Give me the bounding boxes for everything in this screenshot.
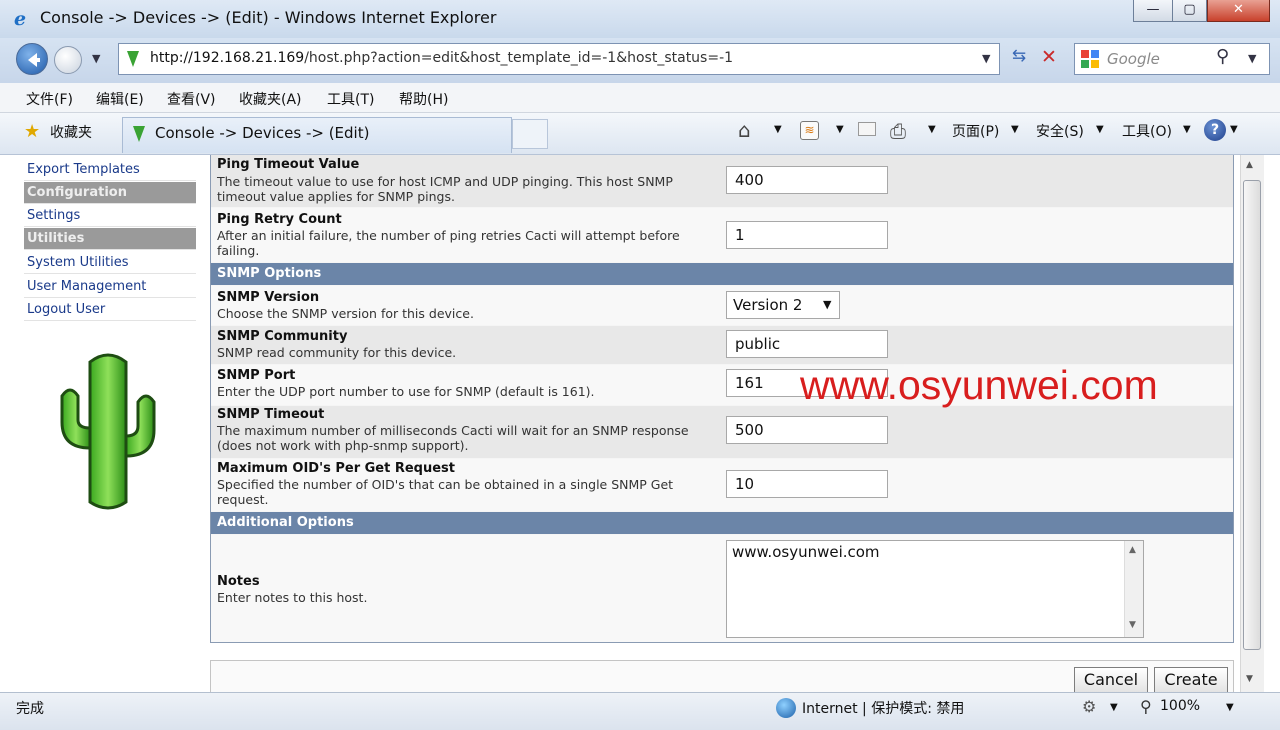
- history-dropdown-icon[interactable]: ▼: [92, 52, 100, 65]
- cancel-button[interactable]: Cancel: [1074, 667, 1148, 693]
- sidebar-item-settings[interactable]: Settings: [24, 205, 196, 227]
- chevron-down-icon: ▼: [823, 298, 832, 311]
- page-scroll-down-icon[interactable]: ▼: [1246, 674, 1253, 684]
- globe-icon: [776, 698, 796, 718]
- ping-retry-label: Ping Retry Count: [217, 212, 342, 227]
- scroll-up-icon[interactable]: ▲: [1129, 545, 1136, 555]
- status-text: 完成: [16, 701, 44, 717]
- snmp-community-desc: SNMP read community for this device.: [217, 345, 457, 360]
- sidebar-item-system-utilities[interactable]: System Utilities: [24, 252, 196, 274]
- mail-icon[interactable]: [858, 122, 876, 136]
- notes-textarea[interactable]: www.osyunwei.com: [726, 540, 1144, 638]
- search-input[interactable]: Google: [1107, 50, 1160, 68]
- sidebar-item-user-management[interactable]: User Management: [24, 276, 196, 298]
- notes-desc: Enter notes to this host.: [217, 590, 368, 605]
- new-tab-button[interactable]: [512, 119, 548, 149]
- favorites-star-icon[interactable]: ★: [24, 121, 40, 142]
- zoom-icon[interactable]: ⚲: [1140, 697, 1152, 716]
- search-options-icon[interactable]: ▼: [1248, 52, 1256, 65]
- snmp-community-input[interactable]: public: [726, 330, 888, 358]
- maximize-button[interactable]: ▢: [1172, 0, 1207, 22]
- favorites-button[interactable]: 收藏夹: [50, 122, 92, 142]
- ping-retry-desc: After an initial failure, the number of …: [217, 228, 680, 258]
- menu-file[interactable]: 文件(F): [26, 89, 73, 109]
- snmp-version-value: Version 2: [733, 296, 803, 314]
- max-oids-label: Maximum OID's Per Get Request: [217, 461, 456, 476]
- snmp-version-label: SNMP Version: [217, 290, 320, 305]
- rss-icon[interactable]: ≋: [800, 121, 819, 140]
- snmp-timeout-desc: The maximum number of milliseconds Cacti…: [217, 423, 689, 453]
- additional-options-header: Additional Options: [211, 512, 1233, 534]
- ie-logo-icon: e: [12, 8, 32, 30]
- zoom-dropdown-icon[interactable]: ▼: [1226, 702, 1234, 713]
- help-icon[interactable]: ?: [1204, 119, 1226, 141]
- back-arrow-icon: [28, 53, 40, 67]
- minimize-button[interactable]: —: [1133, 0, 1173, 22]
- snmp-port-desc: Enter the UDP port number to use for SNM…: [217, 384, 595, 399]
- help-dropdown-icon[interactable]: ▼: [1230, 124, 1238, 135]
- snmp-version-desc: Choose the SNMP version for this device.: [217, 306, 474, 321]
- snmp-timeout-label: SNMP Timeout: [217, 407, 325, 422]
- window-title: Console -> Devices -> (Edit) - Windows I…: [40, 8, 497, 27]
- addons-dropdown-icon[interactable]: ▼: [1110, 702, 1118, 713]
- page-dropdown-icon[interactable]: ▼: [1011, 124, 1019, 135]
- snmp-timeout-input[interactable]: 500: [726, 416, 888, 444]
- menu-favorites[interactable]: 收藏夹(A): [239, 89, 302, 109]
- ping-timeout-desc: The timeout value to use for host ICMP a…: [217, 174, 673, 204]
- ping-retry-input[interactable]: 1: [726, 221, 888, 249]
- close-button[interactable]: ✕: [1207, 0, 1270, 22]
- max-oids-input[interactable]: 10: [726, 470, 888, 498]
- menu-tools[interactable]: 工具(T): [327, 89, 374, 109]
- sidebar-section-configuration: Configuration: [24, 182, 196, 204]
- menu-view[interactable]: 查看(V): [167, 89, 216, 109]
- cacti-favicon-icon: [124, 49, 142, 69]
- google-icon: [1080, 49, 1100, 69]
- safety-menu[interactable]: 安全(S): [1036, 121, 1084, 141]
- snmp-community-label: SNMP Community: [217, 329, 348, 344]
- home-dropdown-icon[interactable]: ▼: [774, 124, 782, 135]
- ping-timeout-label: Ping Timeout Value: [217, 157, 360, 172]
- cacti-logo-icon: [56, 352, 160, 512]
- address-url[interactable]: http://192.168.21.169/host.php?action=ed…: [150, 50, 733, 66]
- url-host: http://192.168.21.169: [150, 50, 305, 66]
- snmp-version-select[interactable]: Version 2 ▼: [726, 291, 840, 319]
- menu-help[interactable]: 帮助(H): [399, 89, 448, 109]
- addons-icon[interactable]: ⚙: [1082, 697, 1096, 716]
- print-icon[interactable]: ⎙: [890, 119, 906, 143]
- page-scroll-up-icon[interactable]: ▲: [1246, 160, 1253, 170]
- page-scroll-thumb[interactable]: [1243, 180, 1261, 650]
- watermark-text: www.osyunwei.com: [800, 362, 1158, 408]
- create-button[interactable]: Create: [1154, 667, 1228, 693]
- address-dropdown-icon[interactable]: ▼: [982, 52, 990, 65]
- sidebar-section-utilities: Utilities: [24, 228, 196, 250]
- snmp-options-header: SNMP Options: [211, 263, 1233, 285]
- search-box[interactable]: [1074, 43, 1270, 75]
- refresh-icon[interactable]: ⇆: [1006, 46, 1032, 72]
- sidebar-item-export-templates[interactable]: Export Templates: [24, 159, 196, 181]
- search-icon[interactable]: ⚲: [1216, 46, 1229, 67]
- page-menu[interactable]: 页面(P): [952, 121, 999, 141]
- safety-dropdown-icon[interactable]: ▼: [1096, 124, 1104, 135]
- rss-dropdown-icon[interactable]: ▼: [836, 124, 844, 135]
- zoom-level[interactable]: 100%: [1160, 698, 1200, 714]
- print-dropdown-icon[interactable]: ▼: [928, 124, 936, 135]
- back-button[interactable]: [16, 43, 48, 75]
- stop-icon[interactable]: ✕: [1036, 46, 1062, 72]
- menu-edit[interactable]: 编辑(E): [96, 89, 144, 109]
- max-oids-desc: Specified the number of OID's that can b…: [217, 477, 674, 507]
- ping-timeout-input[interactable]: 400: [726, 166, 888, 194]
- tools-dropdown-icon[interactable]: ▼: [1183, 124, 1191, 135]
- notes-label: Notes: [217, 574, 260, 589]
- tab-favicon-icon: [130, 124, 148, 144]
- url-path: /host.php?action=edit&host_template_id=-…: [304, 50, 734, 66]
- tools-menu[interactable]: 工具(O): [1122, 121, 1172, 141]
- security-zone[interactable]: Internet | 保护模式: 禁用: [802, 698, 964, 718]
- tab-title[interactable]: Console -> Devices -> (Edit): [155, 124, 369, 142]
- svg-text:e: e: [14, 8, 26, 28]
- home-icon[interactable]: ⌂: [738, 118, 751, 142]
- scroll-down-icon[interactable]: ▼: [1129, 620, 1136, 630]
- sidebar-item-logout-user[interactable]: Logout User: [24, 299, 196, 321]
- snmp-port-label: SNMP Port: [217, 368, 296, 383]
- forward-button[interactable]: [54, 46, 82, 74]
